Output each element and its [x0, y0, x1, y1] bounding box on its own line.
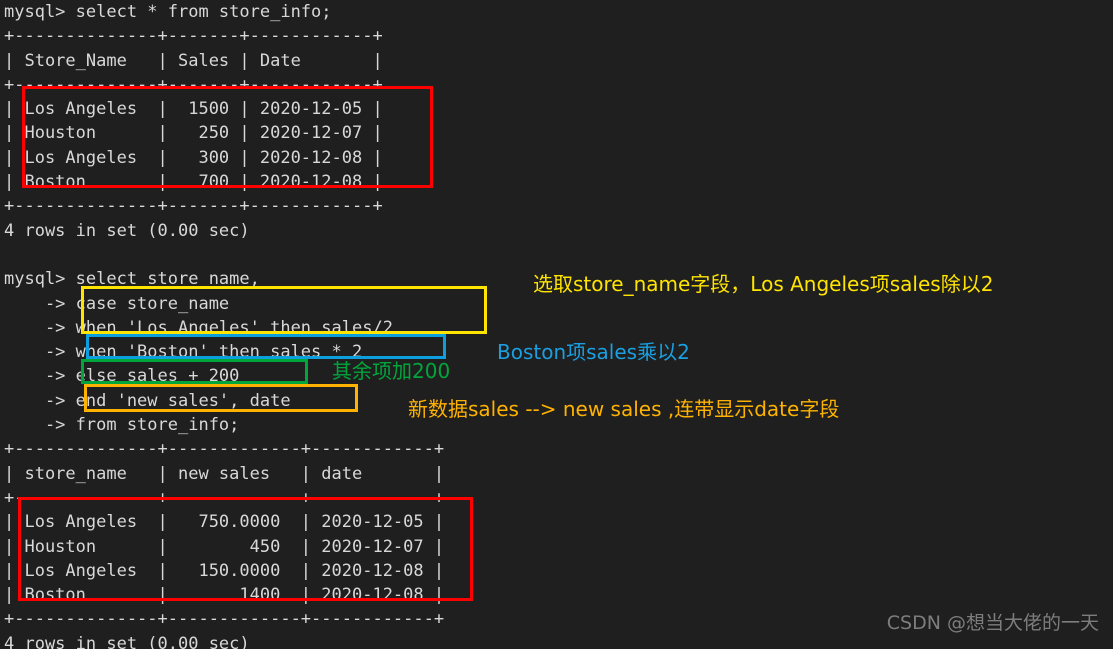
terminal-line: 4 rows in set (0.00 sec)	[4, 633, 250, 649]
terminal-line: mysql> select store_name,	[4, 269, 260, 290]
terminal-line: | store_name | new sales | date |	[4, 463, 445, 484]
annotation-alias: 新数据sales --> new sales ,连带显示date字段	[408, 397, 840, 421]
terminal-line: +--------------+-------------+----------…	[4, 609, 445, 630]
terminal-line: | Los Angeles | 1500 | 2020-12-05 |	[4, 99, 383, 120]
terminal-line: -> end 'new sales', date	[4, 390, 291, 411]
terminal-line: -> case store_name	[4, 293, 230, 314]
terminal-line: | Houston | 450 | 2020-12-07 |	[4, 536, 445, 557]
terminal-output: mysql> select * from store_info; +-------…	[4, 0, 444, 649]
terminal-line: +--------------+-------+------------+	[4, 196, 383, 217]
terminal-line: | Store_Name | Sales | Date |	[4, 50, 383, 71]
terminal-line: +--------------+-------------+----------…	[4, 439, 445, 460]
annotation-case-los-angeles: 选取store_name字段，Los Angeles项sales除以2	[533, 272, 994, 296]
terminal-line: 4 rows in set (0.00 sec)	[4, 220, 250, 241]
terminal-line: | Los Angeles | 300 | 2020-12-08 |	[4, 147, 383, 168]
terminal-line: +--------------+-------------+----------…	[4, 487, 445, 508]
terminal-line: +--------------+-------+------------+	[4, 26, 383, 47]
terminal-line: | Houston | 250 | 2020-12-07 |	[4, 123, 383, 144]
terminal-line: -> from store_info;	[4, 415, 240, 436]
terminal-line: mysql> select * from store_info;	[4, 2, 332, 22]
annotation-else: 其余项加200	[332, 359, 451, 383]
terminal-line: | Boston | 1400 | 2020-12-08 |	[4, 585, 445, 606]
annotation-boston: Boston项sales乘以2	[497, 340, 690, 364]
terminal-line: +--------------+-------+------------+	[4, 74, 383, 95]
terminal-screenshot: mysql> select * from store_info; +-------…	[0, 0, 1113, 649]
csdn-watermark: CSDN @想当大佬的一天	[886, 612, 1099, 634]
terminal-line: | Los Angeles | 750.0000 | 2020-12-05 |	[4, 512, 445, 533]
terminal-line: | Boston | 700 | 2020-12-08 |	[4, 172, 383, 193]
terminal-line: -> when 'Los Angeles' then sales/2	[4, 317, 393, 338]
terminal-line: | Los Angeles | 150.0000 | 2020-12-08 |	[4, 560, 445, 581]
